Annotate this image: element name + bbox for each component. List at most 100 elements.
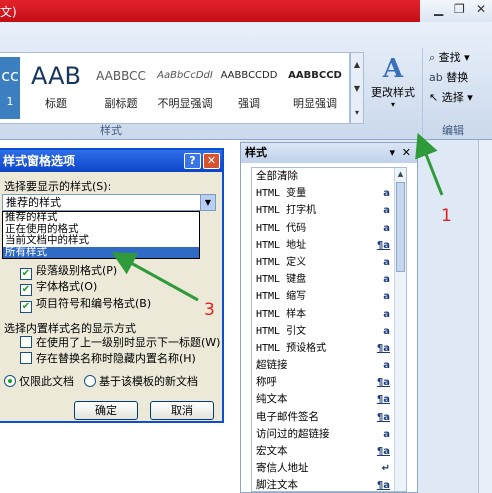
style-list-item[interactable]: 宏文本 ¶a bbox=[252, 443, 406, 460]
dialog-title: 样式窗格选项 bbox=[3, 154, 76, 168]
this-document-radio[interactable]: 仅限此文档 bbox=[4, 375, 74, 389]
vertical-ruler bbox=[478, 140, 492, 493]
styles-pane: 样式 ▾ ✕ 全部清除 HTML 变量 a HTML 打字机 a HTML 代码 a HTML… bbox=[240, 142, 418, 493]
replace-icon: ab bbox=[429, 71, 443, 84]
annotation-arrow-1 bbox=[415, 132, 444, 196]
gallery-scrollbar[interactable]: ▲ ▼ ▾ bbox=[350, 52, 364, 124]
more-icon[interactable]: ▾ bbox=[351, 101, 363, 125]
quick-styles-gallery: cc 1 AAB 标题 AABBCC 副标题 AaBbCcDdI 不明显强调 AABBC… bbox=[0, 52, 350, 124]
font-format-checkbox[interactable]: ✔ 字体格式(O) bbox=[20, 280, 97, 296]
change-styles-icon: A bbox=[382, 54, 404, 84]
title-bar: 文) bbox=[0, 0, 420, 22]
style-list-item[interactable]: HTML 引文 a bbox=[252, 323, 406, 340]
style-list-item[interactable]: HTML 变量 a bbox=[252, 185, 406, 202]
linked-style-icon: ¶a bbox=[376, 377, 390, 389]
style-item-intense-emphasis[interactable]: AABBCCD 明显强调 bbox=[282, 57, 348, 119]
character-style-icon: a bbox=[383, 428, 390, 440]
character-style-icon: a bbox=[383, 308, 390, 320]
style-pane-options-dialog: 样式窗格选项 ? ✕ 选择要显示的样式(S): 推荐的样式 ▼ 推荐的样式 正在使… bbox=[0, 148, 224, 423]
paragraph-format-checkbox[interactable]: ✔ 段落级别格式(P) bbox=[20, 264, 117, 280]
style-list-item[interactable]: HTML 代码 a bbox=[252, 220, 406, 237]
style-list-item[interactable]: HTML 键盘 a bbox=[252, 271, 406, 288]
hide-builtin-name-checkbox[interactable]: 存在替换名称时隐藏内置名称(H) bbox=[20, 352, 196, 366]
style-list-item[interactable]: 全部清除 bbox=[252, 168, 406, 185]
character-style-icon: a bbox=[383, 325, 390, 337]
builtin-display-label: 选择内置样式名的显示方式 bbox=[4, 322, 136, 335]
check-icon: ✔ bbox=[20, 301, 32, 313]
change-styles-label: 更改样式 bbox=[371, 86, 415, 99]
style-list-item[interactable]: 访问过的超链接 a bbox=[252, 426, 406, 443]
cancel-button[interactable]: 取消 bbox=[150, 401, 214, 420]
style-item-heading[interactable]: AAB 标题 bbox=[24, 57, 88, 119]
option-all-styles[interactable]: 所有样式 bbox=[3, 246, 199, 258]
style-list-item[interactable]: HTML 样本 a bbox=[252, 306, 406, 323]
style-list-item[interactable]: HTML 预设格式 ¶a bbox=[252, 340, 406, 357]
character-style-icon: a bbox=[383, 256, 390, 268]
bullet-format-checkbox[interactable]: ✔ 项目符号和编号格式(B) bbox=[20, 297, 151, 313]
style-list-item[interactable]: 超链接 a bbox=[252, 357, 406, 374]
chevron-down-icon[interactable]: ▼ bbox=[200, 195, 215, 210]
new-documents-radio[interactable]: 基于该模板的新文档 bbox=[84, 375, 198, 389]
style-item-subtle-emphasis[interactable]: AaBbCcDdI 不明显强调 bbox=[154, 57, 216, 119]
select-button[interactable]: ↖ 选择 ▾ bbox=[423, 88, 492, 108]
window-controls: ▁ ❐ ✕ bbox=[420, 0, 492, 22]
pane-close-icon[interactable]: ✕ bbox=[402, 143, 411, 163]
character-style-icon: a bbox=[383, 205, 390, 217]
styles-pane-header: 样式 ▾ ✕ bbox=[241, 143, 417, 163]
close-window-icon[interactable]: ✕ bbox=[476, 2, 486, 16]
styles-to-show-select[interactable]: 推荐的样式 ▼ bbox=[2, 194, 216, 211]
scroll-up-icon[interactable]: ▲ bbox=[395, 168, 406, 180]
style-list-item[interactable]: HTML 定义 a bbox=[252, 254, 406, 271]
style-list-item[interactable]: HTML 打字机 a bbox=[252, 202, 406, 219]
linked-style-icon: ¶a bbox=[376, 342, 390, 354]
scroll-down-icon[interactable]: ▼ bbox=[351, 77, 363, 101]
linked-style-icon: ¶a bbox=[376, 411, 390, 423]
restore-icon[interactable]: ❐ bbox=[454, 2, 465, 16]
styles-pane-title: 样式 bbox=[245, 146, 267, 159]
style-item-emphasis[interactable]: AABBCCDD 强调 bbox=[218, 57, 280, 119]
linked-style-icon: ¶a bbox=[376, 480, 390, 492]
ribbon: cc 1 AAB 标题 AABBCC 副标题 AaBbCcDdI 不明显强调 AABBC… bbox=[0, 22, 492, 158]
style-item-subtitle[interactable]: AABBCC 副标题 bbox=[90, 57, 152, 119]
editing-group-label: 编辑 bbox=[442, 124, 464, 137]
styles-list: 全部清除 HTML 变量 a HTML 打字机 a HTML 代码 a HTML 地址 ¶a HT… bbox=[251, 167, 407, 492]
style-list-item[interactable]: HTML 地址 ¶a bbox=[252, 237, 406, 254]
character-style-icon: a bbox=[383, 274, 390, 286]
check-icon: ✔ bbox=[20, 268, 32, 280]
style-list-item[interactable]: 电子邮件签名 ¶a bbox=[252, 409, 406, 426]
show-next-heading-checkbox[interactable]: 在使用了上一级别时显示下一标题(W) bbox=[20, 336, 220, 350]
style-list-item[interactable]: 脚注文本 ¶a bbox=[252, 477, 406, 492]
close-button[interactable]: ✕ bbox=[203, 153, 220, 169]
style-list-item[interactable]: HTML 缩写 a bbox=[252, 288, 406, 305]
scrollbar-thumb[interactable] bbox=[396, 182, 405, 272]
linked-style-icon: ¶a bbox=[376, 394, 390, 406]
change-styles-button[interactable]: A 更改样式 ▾ bbox=[366, 52, 420, 124]
styles-list-scrollbar[interactable]: ▲ bbox=[394, 168, 406, 491]
option-in-current-document[interactable]: 当前文档中的样式 bbox=[3, 235, 199, 247]
linked-style-icon: ¶a bbox=[376, 239, 390, 251]
annotation-number-1: 1 bbox=[441, 206, 452, 226]
style-list-item[interactable]: 纯文本 ¶a bbox=[252, 391, 406, 408]
check-icon: ✔ bbox=[20, 284, 32, 296]
minimize-icon[interactable]: ▁ bbox=[434, 2, 443, 16]
scroll-up-icon[interactable]: ▲ bbox=[351, 53, 363, 77]
character-style-icon: a bbox=[383, 360, 390, 372]
ok-button[interactable]: 确定 bbox=[74, 401, 138, 420]
chevron-down-icon: ▾ bbox=[390, 100, 395, 109]
style-item-normal[interactable]: cc 1 bbox=[0, 57, 20, 119]
dialog-title-bar: 样式窗格选项 ? ✕ bbox=[0, 150, 222, 172]
annotation-number-3: 3 bbox=[204, 300, 215, 320]
styles-dropdown-list: 推荐的样式 正在使用的格式 当前文档中的样式 所有样式 bbox=[2, 211, 200, 259]
find-button[interactable]: ⌕ 查找 ▾ bbox=[423, 48, 492, 68]
style-list-item[interactable]: 称呼 ¶a bbox=[252, 374, 406, 391]
option-recommended[interactable]: 推荐的样式 bbox=[3, 212, 199, 224]
pane-menu-icon[interactable]: ▾ bbox=[389, 143, 395, 163]
character-style-icon: a bbox=[383, 291, 390, 303]
character-style-icon: a bbox=[383, 188, 390, 200]
paragraph-style-icon: ↵ bbox=[381, 463, 390, 475]
help-button[interactable]: ? bbox=[184, 153, 201, 169]
replace-button[interactable]: ab 替换 bbox=[423, 68, 492, 88]
binoculars-icon: ⌕ bbox=[429, 51, 436, 64]
cursor-icon: ↖ bbox=[429, 91, 439, 104]
style-list-item[interactable]: 寄信人地址 ↵ bbox=[252, 460, 406, 477]
